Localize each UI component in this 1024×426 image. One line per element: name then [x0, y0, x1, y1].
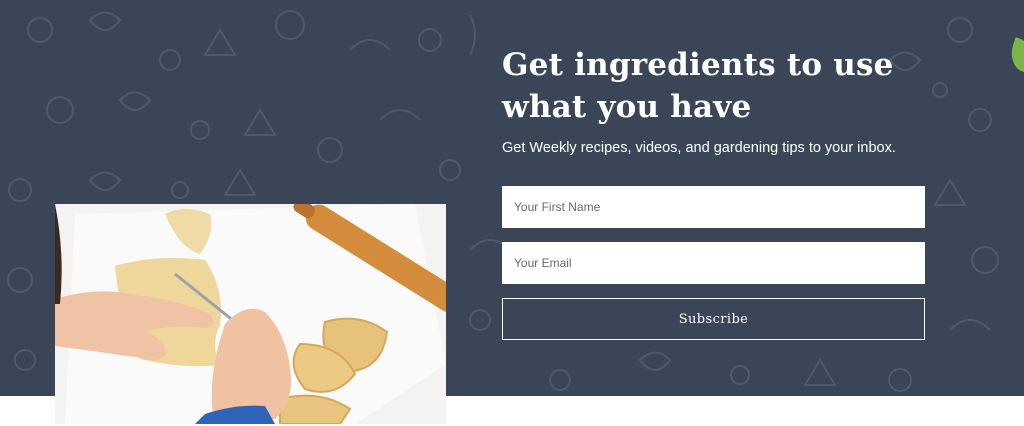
baking-photo	[55, 204, 446, 424]
newsletter-subtitle: Get Weekly recipes, videos, and gardenin…	[502, 140, 896, 156]
subscribe-button[interactable]: Subscribe	[502, 298, 925, 340]
newsletter-headline: Get ingredients to use what you have	[502, 47, 894, 125]
email-input[interactable]	[502, 242, 925, 284]
first-name-input[interactable]	[502, 186, 925, 228]
